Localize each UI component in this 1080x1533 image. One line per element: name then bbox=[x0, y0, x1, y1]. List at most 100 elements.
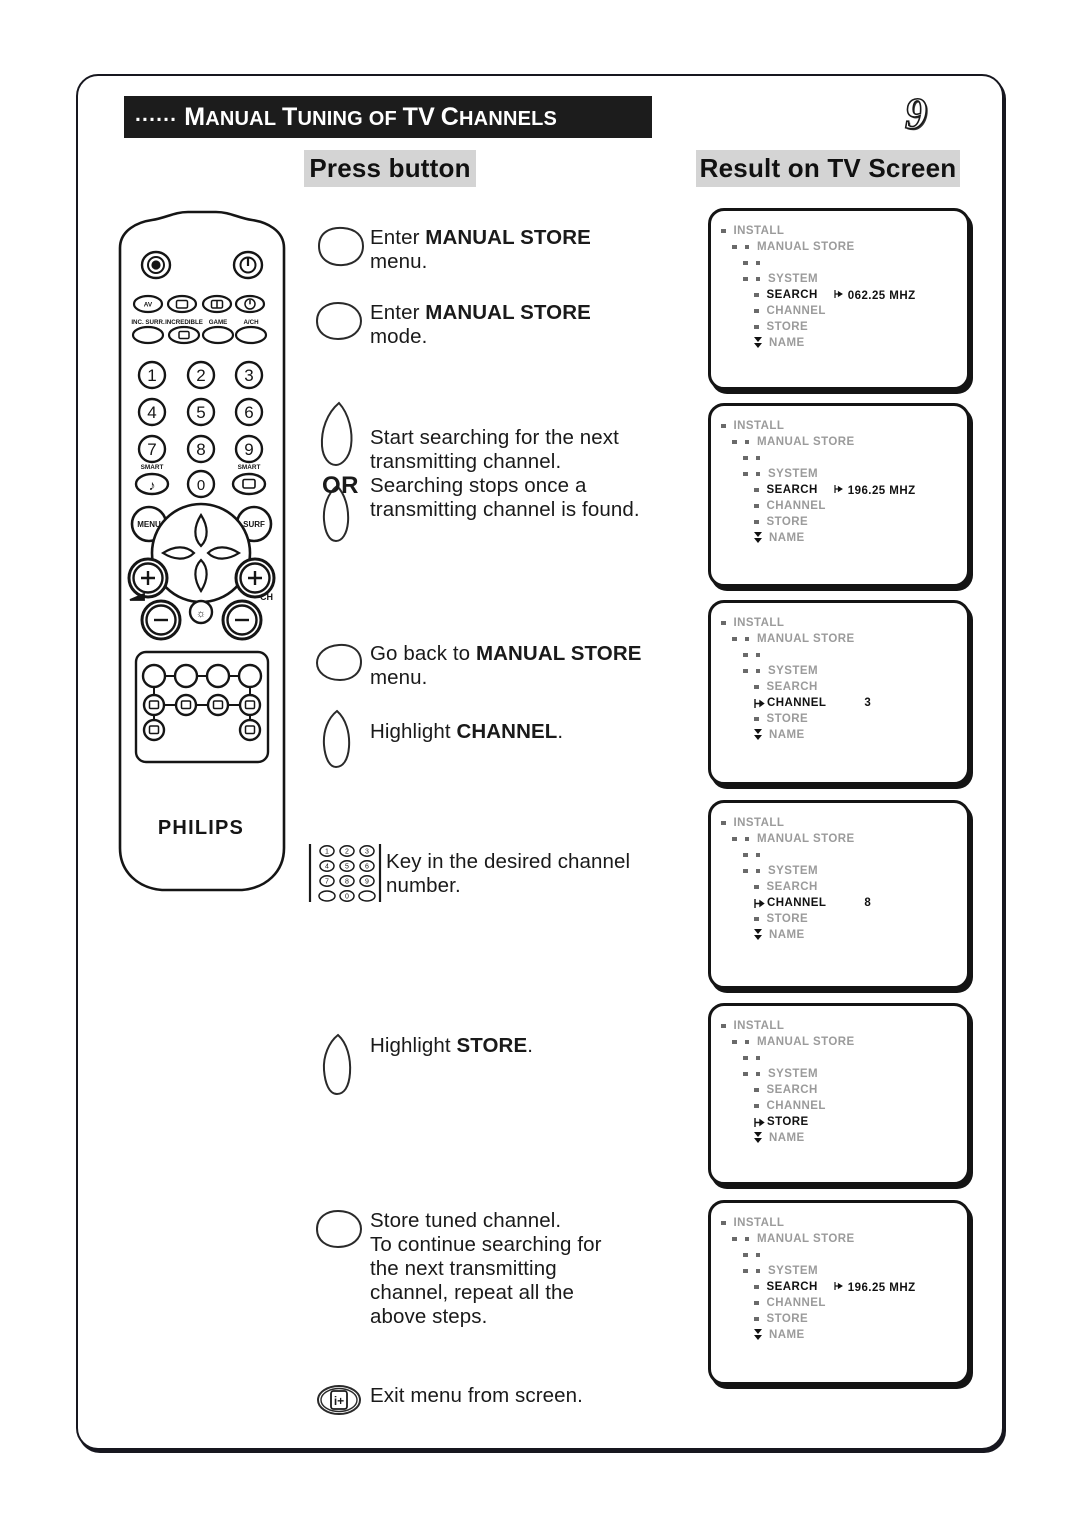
tv-menu-row: CHANNEL bbox=[721, 1098, 967, 1114]
tv-menu-label: STORE bbox=[766, 516, 809, 528]
step-button-icon-wrap bbox=[308, 222, 370, 268]
row-marker bbox=[754, 1300, 767, 1306]
row-marker bbox=[721, 228, 734, 234]
tv-menu-label: STORE bbox=[766, 713, 809, 725]
tv-menu-label: MANUAL STORE bbox=[757, 241, 855, 253]
row-marker bbox=[721, 620, 734, 626]
tv-menu: INSTALL MANUAL STORE SYSTEM SEARCH 062.25 MH… bbox=[711, 211, 967, 351]
svg-text:MENU: MENU bbox=[137, 520, 161, 529]
tv-menu-label: INSTALL bbox=[733, 1020, 785, 1032]
step-line-bold: MANUAL STORE bbox=[475, 642, 642, 665]
tv-menu-label: STORE bbox=[767, 1116, 809, 1128]
page-title-bar: ...... MANUAL TUNING OF TV CHANNELS bbox=[124, 96, 652, 138]
svg-text:SMART: SMART bbox=[238, 464, 261, 471]
row-marker bbox=[754, 308, 767, 314]
tv-menu-row: INSTALL bbox=[721, 418, 967, 434]
tv-menu-row: SEARCH bbox=[721, 879, 967, 895]
row-marker bbox=[754, 1131, 769, 1145]
row-marker bbox=[732, 439, 757, 445]
value-cursor-icon bbox=[834, 484, 843, 497]
step-line: Searching stops once a bbox=[370, 473, 587, 497]
step-line: Highlight bbox=[370, 1034, 457, 1057]
tv-menu-row: NAME bbox=[721, 335, 967, 351]
row-marker bbox=[743, 852, 768, 858]
right-cursor-teardrop-button-icon[interactable] bbox=[311, 299, 367, 343]
tv-menu: INSTALL MANUAL STORE SYSTEM SEARCH CHANNEL 8 S… bbox=[711, 803, 967, 943]
row-marker bbox=[732, 1039, 757, 1045]
svg-text:5: 5 bbox=[196, 403, 205, 422]
tv-screen: INSTALL MANUAL STORE SYSTEM SEARCH 196.25 MH… bbox=[708, 1200, 970, 1385]
cursor-arrow-icon bbox=[754, 698, 765, 709]
svg-text:6: 6 bbox=[365, 864, 369, 871]
cursor-arrow-icon bbox=[754, 898, 765, 909]
tv-menu-row: CHANNEL 3 bbox=[721, 695, 967, 711]
row-marker bbox=[743, 1055, 768, 1061]
row-marker bbox=[732, 244, 757, 250]
step-text: Start searching for the next transmittin… bbox=[370, 398, 640, 522]
step-start-searching: Start searching for the next transmittin… bbox=[308, 398, 708, 544]
tv-screen: INSTALL MANUAL STORE SYSTEM SEARCH 062.25 MH… bbox=[708, 208, 970, 390]
info-plus-button-icon[interactable]: i+ bbox=[311, 1382, 367, 1418]
tv-menu-label: NAME bbox=[769, 729, 805, 741]
tv-menu-label: INSTALL bbox=[733, 1217, 785, 1229]
down-cursor-teardrop-button-icon[interactable] bbox=[315, 708, 363, 770]
tv-screen: INSTALL MANUAL STORE SYSTEM SEARCH CHANNEL 8 S… bbox=[708, 800, 970, 989]
scroll-down-arrows-icon bbox=[754, 336, 763, 350]
tv-menu-label: SYSTEM bbox=[768, 1265, 818, 1277]
svg-text:SMART: SMART bbox=[141, 464, 164, 471]
row-marker bbox=[754, 1284, 767, 1290]
svg-text:2: 2 bbox=[196, 366, 205, 385]
svg-text:1: 1 bbox=[147, 366, 156, 385]
step-button-icon-wrap bbox=[308, 638, 370, 684]
row-marker bbox=[754, 336, 769, 350]
row-marker bbox=[743, 652, 768, 658]
tv-menu-row bbox=[721, 1247, 967, 1263]
tv-menu-row: NAME bbox=[721, 530, 967, 546]
svg-text:4: 4 bbox=[147, 403, 156, 422]
tv-menu-label: SEARCH bbox=[766, 881, 818, 893]
tv-menu-label: NAME bbox=[769, 532, 805, 544]
svg-text:9: 9 bbox=[244, 440, 253, 459]
tv-menu-label: CHANNEL bbox=[766, 305, 826, 317]
row-marker bbox=[743, 455, 768, 461]
row-marker bbox=[732, 636, 757, 642]
row-marker bbox=[754, 292, 767, 298]
row-marker bbox=[721, 423, 734, 429]
tv-menu-row: NAME bbox=[721, 727, 967, 743]
step-text: Go back to MANUAL STORE menu. bbox=[370, 638, 642, 690]
row-marker bbox=[743, 471, 768, 477]
tv-menu-row: CHANNEL 8 bbox=[721, 895, 967, 911]
step-line-bold: MANUAL STORE bbox=[425, 301, 591, 324]
numeric-keypad-icon[interactable]: 1 2 3 4 5 6 7 8 9 0 bbox=[305, 840, 385, 906]
tv-menu-row bbox=[721, 255, 967, 271]
tv-menu-label: CHANNEL bbox=[766, 500, 826, 512]
tv-menu-row: SYSTEM bbox=[721, 863, 967, 879]
column-header-press-button: Press button bbox=[304, 150, 476, 187]
row-marker bbox=[732, 836, 757, 842]
row-marker bbox=[754, 1316, 767, 1322]
tv-menu-label: CHANNEL bbox=[766, 1100, 826, 1112]
svg-text:2: 2 bbox=[345, 849, 349, 856]
down-cursor-teardrop-button-icon[interactable] bbox=[315, 1032, 363, 1098]
tv-screen: INSTALL MANUAL STORE SYSTEM SEARCH CHANNEL ST… bbox=[708, 1003, 970, 1185]
tv-menu-row: SEARCH 196.25 MHZ bbox=[721, 1279, 967, 1295]
cursor-arrow-icon bbox=[754, 1117, 765, 1128]
tv-menu-label: SEARCH bbox=[766, 1084, 818, 1096]
tv-menu-label: STORE bbox=[766, 321, 809, 333]
row-marker bbox=[754, 531, 769, 545]
step-line: Start searching for the next bbox=[370, 426, 619, 449]
svg-text:7: 7 bbox=[147, 440, 156, 459]
up-cursor-teardrop-button-icon[interactable] bbox=[315, 400, 363, 468]
tv-menu-label: INSTALL bbox=[733, 225, 785, 237]
svg-text:3: 3 bbox=[365, 849, 369, 856]
step-text: Highlight STORE. bbox=[370, 1030, 533, 1058]
row-marker bbox=[743, 1071, 768, 1077]
menu-teardrop-button-icon[interactable] bbox=[311, 224, 367, 268]
tv-menu-label: MANUAL STORE bbox=[757, 833, 855, 845]
or-label: OR bbox=[322, 472, 359, 499]
tv-menu-row: NAME bbox=[721, 1327, 967, 1343]
tv-menu-label: CHANNEL bbox=[766, 1297, 826, 1309]
tv-menu-value: 196.25 MHZ bbox=[834, 1281, 916, 1294]
right-cursor-teardrop-button-icon[interactable] bbox=[311, 1207, 367, 1251]
left-cursor-teardrop-button-icon[interactable] bbox=[311, 640, 367, 684]
